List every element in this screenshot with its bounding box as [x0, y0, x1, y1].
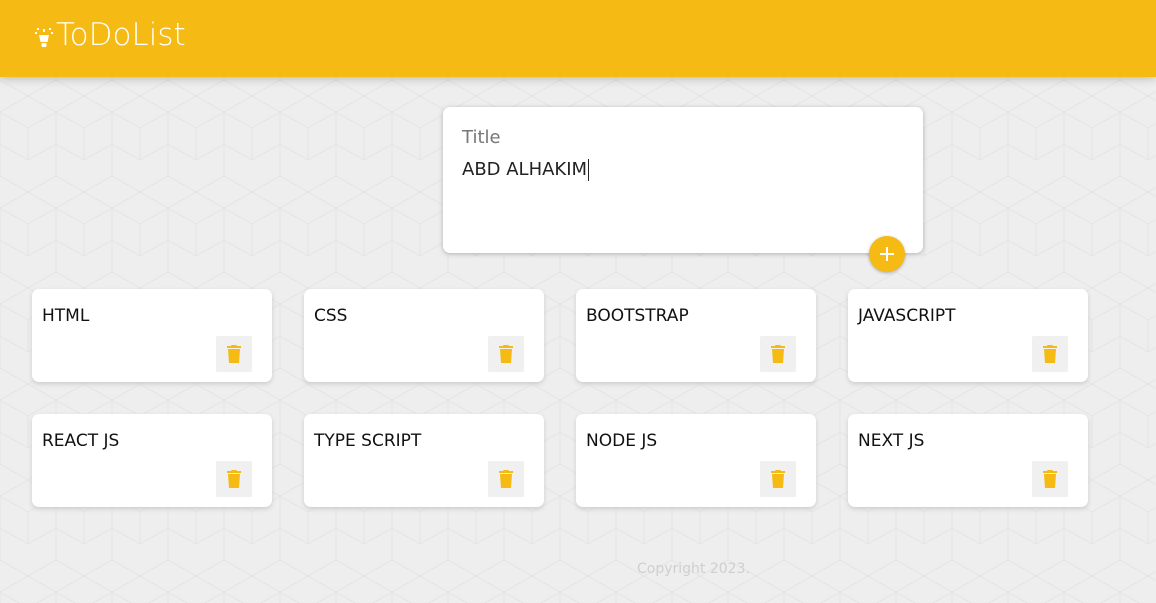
create-note-form: Title ABD ALHAKIM — [443, 107, 923, 253]
app-logo[interactable]: ToDoList — [34, 20, 186, 51]
note-title: TYPE SCRIPT — [314, 431, 422, 451]
trash-icon — [771, 345, 785, 363]
app-title: ToDoList — [56, 17, 186, 53]
trash-icon — [1043, 470, 1057, 488]
content-text: ABD ALHAKIM — [462, 159, 588, 180]
add-note-button[interactable] — [869, 236, 905, 272]
trash-icon — [499, 470, 513, 488]
delete-button[interactable] — [216, 461, 252, 497]
trash-icon — [771, 470, 785, 488]
app-header: ToDoList — [0, 0, 1156, 77]
note-title: CSS — [314, 306, 348, 326]
note-title: BOOTSTRAP — [586, 306, 689, 326]
content-input[interactable]: ABD ALHAKIM — [462, 158, 590, 182]
note-card: NODE JS — [576, 414, 816, 507]
delete-button[interactable] — [488, 461, 524, 497]
title-input[interactable]: Title — [462, 126, 501, 150]
delete-button[interactable] — [1032, 336, 1068, 372]
lightbulb-icon — [35, 27, 53, 47]
plus-icon — [880, 247, 894, 261]
note-card: NEXT JS — [848, 414, 1088, 507]
trash-icon — [227, 470, 241, 488]
note-title: HTML — [42, 306, 90, 326]
text-caret — [588, 159, 590, 181]
note-title: REACT JS — [42, 431, 120, 451]
delete-button[interactable] — [760, 336, 796, 372]
note-card: CSS — [304, 289, 544, 382]
note-title: NEXT JS — [858, 431, 925, 451]
trash-icon — [1043, 345, 1057, 363]
delete-button[interactable] — [760, 461, 796, 497]
note-title: JAVASCRIPT — [858, 306, 956, 326]
note-card: REACT JS — [32, 414, 272, 507]
note-card: JAVASCRIPT — [848, 289, 1088, 382]
delete-button[interactable] — [488, 336, 524, 372]
trash-icon — [499, 345, 513, 363]
note-card: HTML — [32, 289, 272, 382]
note-title: NODE JS — [586, 431, 658, 451]
note-card: TYPE SCRIPT — [304, 414, 544, 507]
footer-copyright: Copyright 2023. — [637, 561, 750, 577]
trash-icon — [227, 345, 241, 363]
delete-button[interactable] — [216, 336, 252, 372]
delete-button[interactable] — [1032, 461, 1068, 497]
note-card: BOOTSTRAP — [576, 289, 816, 382]
